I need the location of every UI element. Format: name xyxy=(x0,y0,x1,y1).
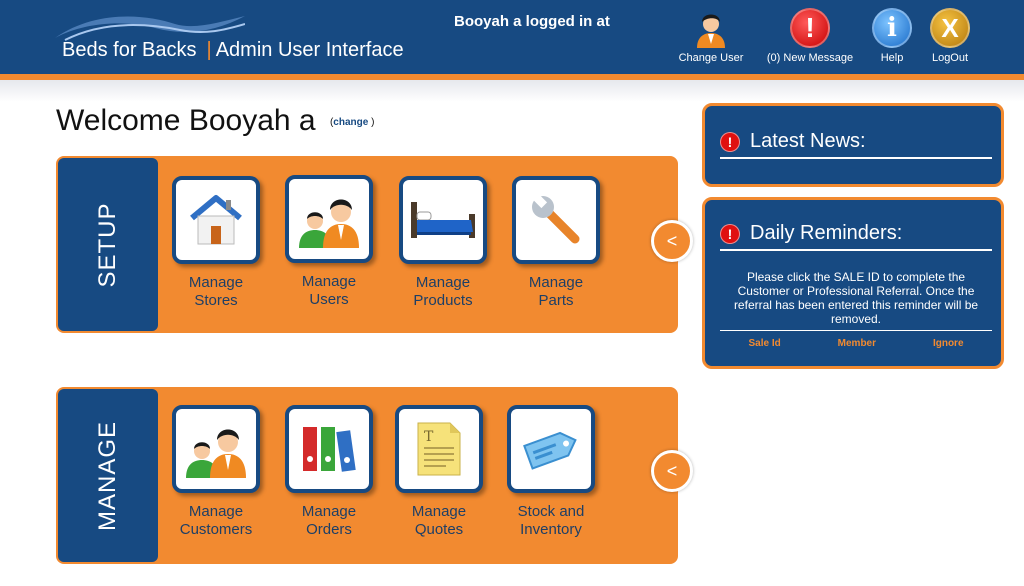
reminder-message: Please click the SALE ID to complete the… xyxy=(720,270,992,331)
svg-text:T: T xyxy=(424,429,434,445)
change-link-wrapper: (change ) xyxy=(330,117,374,128)
column-ignore: Ignore xyxy=(932,338,964,349)
paren-close: ) xyxy=(371,116,375,128)
alert-icon: ! xyxy=(720,131,740,152)
manage-users-tile[interactable]: Manage Users xyxy=(284,175,374,309)
daily-reminders-title: Daily Reminders: xyxy=(750,222,903,244)
tile-label-line1: Manage xyxy=(188,503,244,520)
tile-label-line1: Manage xyxy=(188,274,244,291)
setup-panel-tab: SETUP xyxy=(58,158,158,331)
manage-customers-tile[interactable]: Manage Customers xyxy=(171,405,261,539)
tag-icon xyxy=(507,405,595,493)
manage-panel-label: MANAGE xyxy=(94,420,121,531)
latest-news-header: ! Latest News: xyxy=(720,130,992,159)
latest-news-box: ! Latest News: xyxy=(702,103,1004,187)
messages-button[interactable]: ! (0) New Message xyxy=(760,8,860,64)
logout-label: LogOut xyxy=(931,52,969,64)
bed-icon xyxy=(399,176,487,264)
daily-reminders-box: ! Daily Reminders: Please click the SALE… xyxy=(702,197,1004,369)
reminder-columns: Sale Id Member Ignore xyxy=(720,338,992,349)
user-avatar-icon xyxy=(691,8,731,48)
tile-label-line2: Quotes xyxy=(414,521,464,538)
manage-parts-tile[interactable]: Manage Parts xyxy=(511,176,601,310)
title-divider: | xyxy=(206,39,212,61)
tile-label-line1: Manage xyxy=(301,273,357,290)
collapse-manage-button[interactable]: < xyxy=(651,450,693,492)
manage-stores-tile[interactable]: Manage Stores xyxy=(171,176,261,310)
welcome-text: Welcome Booyah a xyxy=(56,104,316,137)
daily-reminders-header: ! Daily Reminders: xyxy=(720,222,992,251)
login-status: Booyah a logged in at xyxy=(454,13,610,30)
tile-label-line2: Products xyxy=(413,292,473,309)
tile-label-line1: Manage xyxy=(411,503,467,520)
info-icon: i xyxy=(872,8,912,48)
tile-label-line1: Manage xyxy=(415,274,471,291)
stock-inventory-tile[interactable]: Stock and Inventory xyxy=(506,405,596,539)
change-user-label: Change User xyxy=(678,52,744,64)
alert-icon: ! xyxy=(720,223,740,244)
brand-name: Beds for Backs xyxy=(62,39,197,61)
manage-products-tile[interactable]: Manage Products xyxy=(398,176,488,310)
tile-label-line1: Manage xyxy=(301,503,357,520)
setup-panel: SETUP Manage Stores Manage Users Manage … xyxy=(56,156,678,333)
column-member: Member xyxy=(837,338,877,349)
help-button[interactable]: i Help xyxy=(866,8,918,64)
tile-label-line1: Stock and xyxy=(517,503,585,520)
tile-label-line2: Stores xyxy=(194,292,238,309)
logout-button[interactable]: X LogOut xyxy=(924,8,976,64)
header-shadow xyxy=(0,80,1024,102)
logout-icon: X xyxy=(930,8,970,48)
latest-news-title: Latest News: xyxy=(750,130,866,152)
manage-panel-tab: MANAGE xyxy=(58,389,158,562)
tile-label-line1: Manage xyxy=(528,274,584,291)
wrench-icon xyxy=(512,176,600,264)
tile-label-line2: Customers xyxy=(179,521,253,538)
tile-label-line2: Orders xyxy=(306,521,352,538)
store-icon xyxy=(172,176,260,264)
document-icon: T xyxy=(395,405,483,493)
welcome-heading: Welcome Booyah a (change ) xyxy=(56,104,374,138)
alert-icon: ! xyxy=(790,8,830,48)
users-icon xyxy=(285,175,373,263)
help-label: Help xyxy=(880,52,904,64)
manage-orders-tile[interactable]: Manage Orders xyxy=(284,405,374,539)
column-sale-id: Sale Id xyxy=(748,338,781,349)
manage-panel: MANAGE Manage Customers Manage Orders T … xyxy=(56,387,678,564)
change-name-link[interactable]: change xyxy=(333,117,368,128)
collapse-setup-button[interactable]: < xyxy=(651,220,693,262)
customers-icon xyxy=(172,405,260,493)
setup-panel-label: SETUP xyxy=(94,201,121,288)
tile-label-line2: Inventory xyxy=(520,521,582,538)
binders-icon xyxy=(285,405,373,493)
manage-quotes-tile[interactable]: T Manage Quotes xyxy=(394,405,484,539)
tile-label-line2: Parts xyxy=(538,292,574,309)
app-subtitle: Admin User Interface xyxy=(215,39,404,61)
messages-label: (0) New Message xyxy=(766,52,854,64)
app-title: Beds for Backs | Admin User Interface xyxy=(62,39,404,62)
change-user-button[interactable]: Change User xyxy=(672,8,750,64)
tile-label-line2: Users xyxy=(309,291,349,308)
header-bar: Beds for Backs | Admin User Interface Booy… xyxy=(0,0,1024,74)
